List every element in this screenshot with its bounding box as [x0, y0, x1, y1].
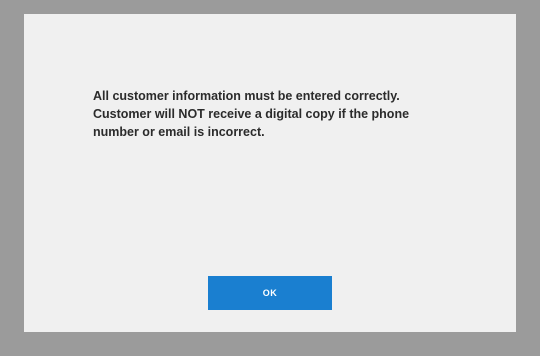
- dialog-message: All customer information must be entered…: [93, 87, 443, 141]
- dialog-message-line: number or email is incorrect.: [93, 125, 265, 139]
- dialog-message-line: All customer information must be entered…: [93, 89, 400, 103]
- dialog-message-line: Customer will NOT receive a digital copy…: [93, 107, 410, 121]
- ok-button[interactable]: OK: [208, 276, 332, 310]
- modal-backdrop: All customer information must be entered…: [0, 0, 540, 356]
- alert-dialog: All customer information must be entered…: [24, 14, 516, 332]
